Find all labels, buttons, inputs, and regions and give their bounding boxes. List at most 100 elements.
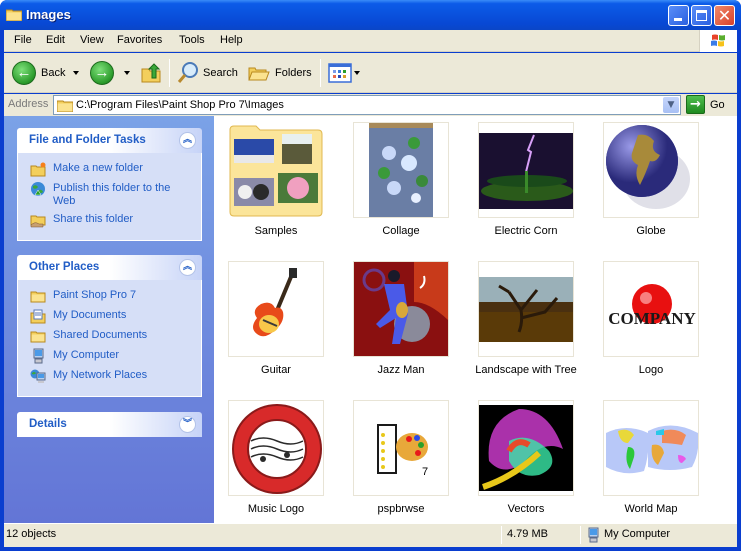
minimize-icon: [674, 18, 682, 21]
views-button[interactable]: [328, 60, 360, 86]
back-arrow-icon: ←: [12, 61, 36, 85]
network-places-icon: [30, 369, 46, 383]
folder-thumbnail-icon: [229, 125, 323, 217]
forward-button[interactable]: →: [90, 60, 130, 86]
place-my-computer[interactable]: My Computer: [30, 348, 201, 364]
collapse-icon[interactable]: ︽: [179, 259, 196, 276]
go-label: Go: [710, 98, 725, 111]
collapse-icon[interactable]: ︽: [179, 132, 196, 149]
go-button[interactable]: → Go: [686, 95, 725, 114]
menu-file-label: File: [14, 34, 32, 46]
place-my-documents[interactable]: My Documents: [30, 308, 201, 324]
up-folder-icon: [141, 63, 161, 83]
image-thumbnail: [354, 262, 448, 356]
location-zone: My Computer: [604, 528, 671, 540]
back-button[interactable]: ← Back: [12, 60, 80, 86]
file-folder-tasks-header[interactable]: File and Folder Tasks ︽: [17, 128, 202, 153]
publish-web-icon: [31, 182, 45, 196]
new-folder-icon: [30, 162, 46, 177]
details-header[interactable]: Details ︾: [17, 412, 202, 437]
search-button[interactable]: Search: [176, 60, 238, 86]
file-name: Jazz Man: [377, 364, 425, 376]
file-name: pspbrwse: [377, 503, 425, 515]
version-badge: 7: [422, 466, 428, 478]
menu-edit[interactable]: Edit: [46, 34, 65, 46]
back-dropdown-icon[interactable]: [73, 71, 80, 75]
thumbnail-landscape-with-tree: [478, 261, 574, 357]
forward-dropdown-icon[interactable]: [124, 71, 130, 75]
menu-bar: File Edit View Favorites Tools Help: [4, 30, 737, 52]
place-paint-shop-pro-7[interactable]: Paint Shop Pro 7: [30, 288, 201, 304]
address-input[interactable]: C:\Program Files\Paint Shop Pro 7\Images…: [53, 95, 681, 115]
other-places-panel: Other Places ︽ Paint Shop Pro 7 My Docum…: [17, 255, 202, 397]
address-path: C:\Program Files\Paint Shop Pro 7\Images: [76, 99, 284, 111]
details-panel: Details ︾: [17, 412, 202, 437]
thumbnail-world-map: [603, 400, 699, 496]
folder-icon: [6, 9, 22, 21]
svg-text:COMPANY: COMPANY: [608, 309, 696, 328]
file-name: Samples: [254, 225, 298, 237]
search-icon: [177, 62, 198, 83]
image-thumbnail: [606, 125, 690, 209]
menu-view[interactable]: View: [80, 34, 104, 46]
menu-help-label: Help: [220, 34, 243, 46]
psp-browse-icon: 7: [377, 424, 428, 478]
address-label: Address: [8, 98, 49, 110]
task-share-folder[interactable]: Share this folder: [30, 212, 201, 228]
menu-file[interactable]: File: [14, 34, 32, 46]
file-name: Landscape with Tree: [475, 364, 577, 376]
panel-title: Details: [29, 418, 67, 430]
expand-icon[interactable]: ︾: [179, 416, 196, 433]
object-count: 12 objects: [6, 528, 57, 540]
thumbnail-music-logo: [228, 400, 324, 496]
task-publish-web[interactable]: Publish this folder to the Web: [30, 181, 201, 208]
toolbar-separator: [169, 59, 170, 87]
minimize-button[interactable]: [668, 5, 689, 26]
thumbnail-electric-corn: [478, 122, 574, 218]
place-label: Paint Shop Pro 7: [53, 289, 137, 301]
menu-favorites-label: Favorites: [117, 34, 163, 46]
status-bar: 12 objects 4.79 MB My Computer: [4, 523, 737, 547]
menu-edit-label: Edit: [46, 34, 65, 46]
views-icon: [328, 63, 352, 83]
file-name: Collage: [382, 225, 420, 237]
place-label: Shared Documents: [53, 329, 148, 341]
folder-icon: [30, 331, 46, 343]
toolbar-separator: [320, 59, 321, 87]
image-thumbnail: [253, 268, 297, 337]
place-my-network-places[interactable]: My Network Places: [30, 368, 201, 384]
thumbnail-collage: [353, 122, 449, 218]
image-thumbnail: [369, 123, 433, 217]
image-thumbnail: [479, 405, 573, 491]
menu-tools[interactable]: Tools: [179, 34, 205, 46]
share-folder-icon: [30, 215, 46, 228]
explorer-window: Images ✕ File Edit View Favorites Tools …: [0, 0, 741, 551]
address-dropdown-button[interactable]: ▼: [663, 97, 679, 113]
maximize-icon: [696, 10, 707, 21]
search-label: Search: [203, 67, 238, 79]
thumbnail-guitar: [228, 261, 324, 357]
file-folder-tasks-panel: File and Folder Tasks ︽ Make a new folde…: [17, 128, 202, 241]
place-shared-documents[interactable]: Shared Documents: [30, 328, 201, 344]
other-places-header[interactable]: Other Places ︽: [17, 255, 202, 280]
place-label: My Documents: [53, 309, 127, 321]
maximize-button[interactable]: [691, 5, 712, 26]
up-folder-button[interactable]: [140, 60, 162, 86]
menu-favorites[interactable]: Favorites: [117, 34, 162, 46]
menu-view-label: View: [80, 34, 104, 46]
standard-toolbar: ← Back → Search Folders: [4, 53, 737, 93]
window-title: Images: [26, 7, 71, 22]
file-name: Vectors: [507, 503, 545, 515]
my-computer-icon: [33, 348, 44, 364]
windows-flag-icon: [711, 34, 725, 47]
place-label: My Network Places: [53, 369, 148, 381]
close-button[interactable]: ✕: [714, 5, 735, 26]
title-bar[interactable]: Images ✕: [0, 0, 741, 30]
task-make-new-folder[interactable]: Make a new folder: [30, 161, 201, 177]
file-name: Guitar: [261, 364, 291, 376]
folders-button[interactable]: Folders: [248, 60, 312, 86]
image-thumbnail: [479, 277, 573, 342]
task-label: Make a new folder: [53, 162, 143, 174]
panel-title: Other Places: [29, 261, 100, 273]
menu-help[interactable]: Help: [220, 34, 243, 46]
